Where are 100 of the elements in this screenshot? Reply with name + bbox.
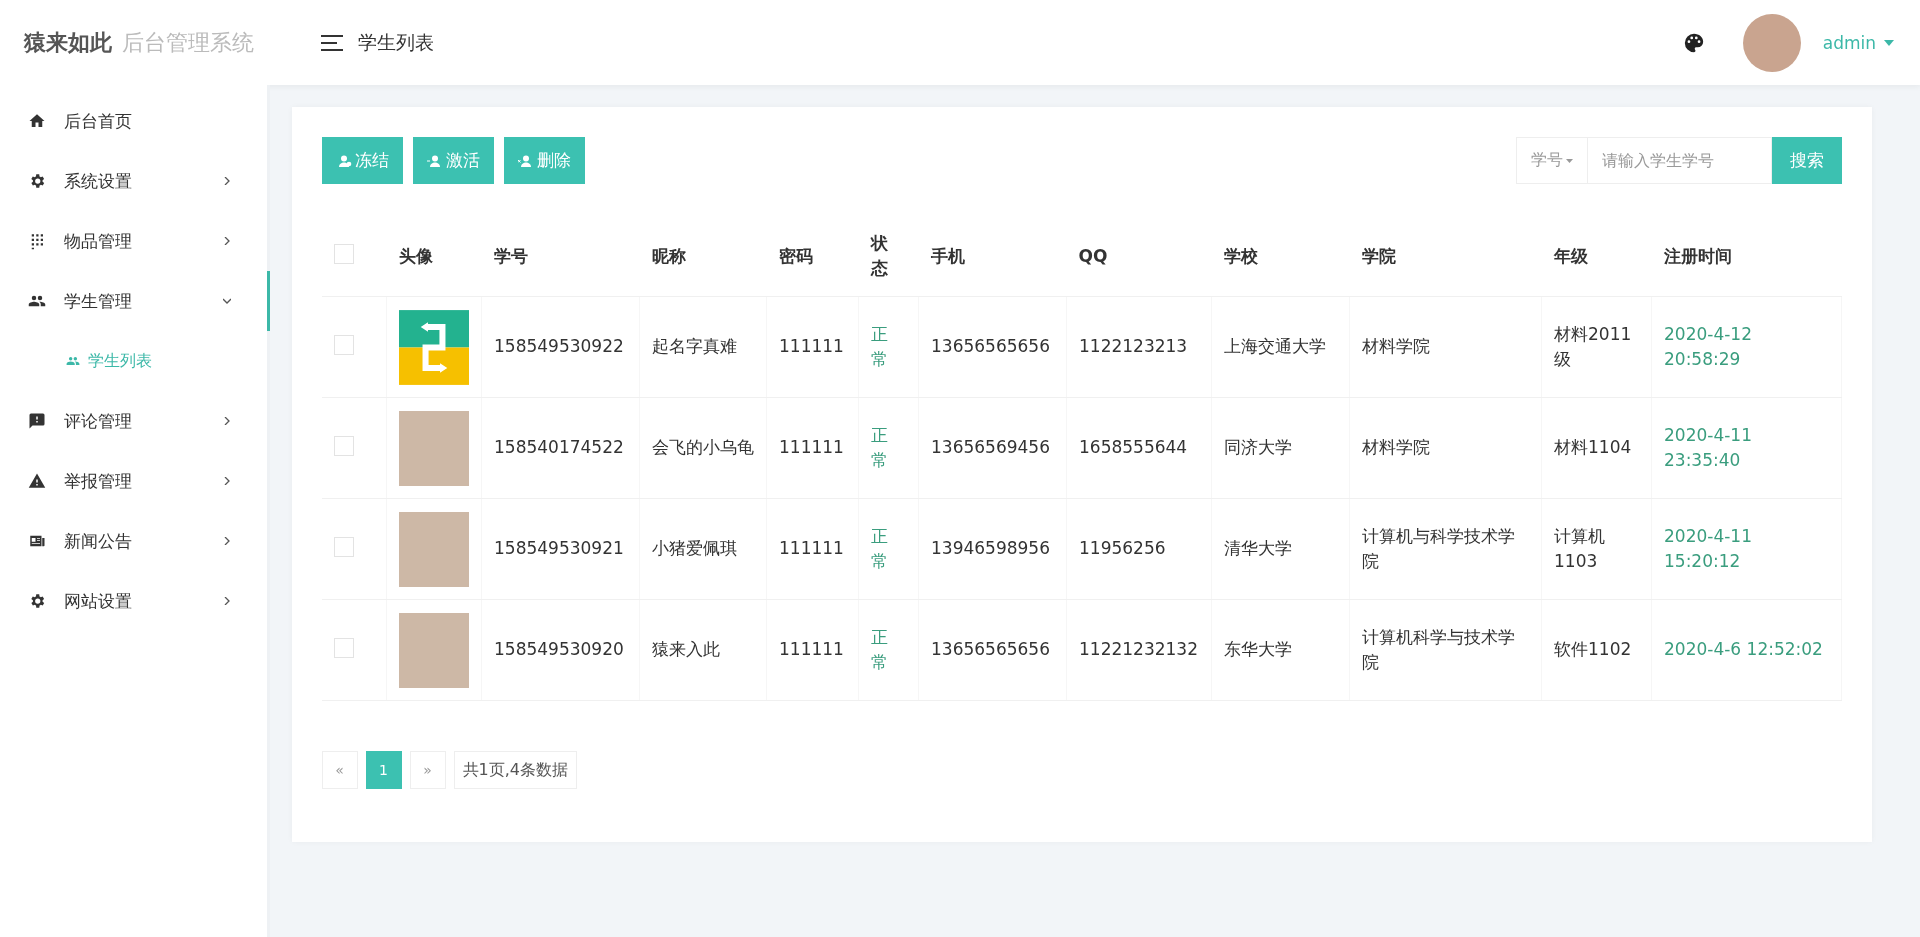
college-cell-text: 计算机与科学技术学院 (1362, 524, 1516, 573)
sidebar-item[interactable]: 举报管理 (0, 451, 267, 511)
next-page-button[interactable]: » (409, 751, 446, 789)
row-checkbox[interactable] (333, 638, 354, 658)
grade-cell-text: 软件1102 (1554, 638, 1632, 662)
sidebar-item[interactable]: 系统设置 (0, 151, 267, 211)
student-id-cell-text: 158549530920 (494, 638, 624, 662)
search-field[interactable]: 请输入学生学号 (1587, 137, 1772, 184)
people-icon (66, 354, 80, 368)
school-cell-text: 清华大学 (1224, 537, 1292, 561)
sidebar-item[interactable]: 新闻公告 (0, 511, 267, 571)
sidebar-item[interactable]: 后台首页 (0, 91, 267, 151)
sidebar-label: 网站设置 (64, 589, 133, 613)
palette-icon[interactable] (1682, 31, 1705, 54)
nickname-cell-text: 起名字真难 (652, 335, 737, 359)
column-header: 年级 (1553, 245, 1588, 266)
sidebar-label: 学生管理 (64, 289, 133, 313)
user-icon (426, 154, 443, 167)
qq-cell-text: 1122123213 (1079, 335, 1188, 359)
previous-page-button[interactable]: « (321, 751, 358, 789)
student-id-cell-text: 158540174522 (494, 436, 624, 460)
comment-icon (28, 412, 46, 430)
student-id-cell-text: 158549530921 (494, 537, 624, 561)
status-cell-text: 正常 (871, 625, 888, 674)
row-checkbox[interactable] (333, 537, 354, 557)
register-time-cell-text: 2020-4-11 23:35:40 (1664, 423, 1753, 472)
phone-cell-text: 13656565656 (931, 335, 1050, 359)
grade-cell-text: 计算机1103 (1554, 524, 1606, 573)
status-cell-text: 正常 (871, 524, 888, 573)
home-icon (28, 112, 46, 130)
user-icon (517, 154, 534, 167)
column-header: QQ (1078, 246, 1108, 266)
chevron-icon (222, 417, 231, 425)
row-checkbox[interactable] (333, 335, 354, 355)
row-checkbox[interactable] (333, 436, 354, 456)
page-button[interactable]: 1 (365, 751, 402, 789)
sidebar-label: 评论管理 (64, 409, 133, 433)
sidebar-label: 后台首页 (64, 109, 133, 133)
college-cell-text: 材料学院 (1362, 436, 1430, 460)
chevron-icon (222, 537, 231, 545)
column-header: 头像 (398, 245, 433, 266)
register-time-cell-text: 2020-4-6 12:52:02 (1664, 638, 1823, 662)
password-cell-text: 111111 (779, 335, 844, 359)
sidebar-item[interactable]: 物品管理 (0, 211, 267, 271)
column-header: 学校 (1223, 245, 1258, 266)
column-header: 昵称 (651, 245, 686, 266)
column-header: 密码 (778, 245, 813, 266)
chevron-icon (222, 177, 231, 185)
nickname-cell-text: 猿来入此 (652, 638, 720, 662)
grade-cell-text: 材料1104 (1554, 436, 1632, 460)
college-cell-text: 材料学院 (1362, 335, 1430, 359)
sidebar-label: 举报管理 (64, 469, 133, 493)
system-name: 后台管理系统 (122, 28, 254, 57)
nickname-cell-text: 会飞的小乌龟 (652, 436, 754, 460)
nickname-cell-text: 小猪爱佩琪 (652, 537, 737, 561)
toolbar-button[interactable]: 删除 (503, 137, 585, 184)
pagination-summary: 共1页,4条数据 (453, 751, 577, 789)
column-header: 学院 (1361, 245, 1396, 266)
phone-cell-text: 13656569456 (931, 436, 1050, 460)
password-cell-text: 111111 (779, 638, 844, 662)
column-header: 状态 (870, 232, 888, 280)
sidebar-label: 系统设置 (64, 169, 133, 193)
caret-icon (1566, 158, 1573, 163)
status-cell-text: 正常 (871, 423, 888, 472)
college-cell-text: 计算机科学与技术学院 (1362, 625, 1516, 674)
chevron-icon (222, 597, 231, 605)
sidebar-item[interactable]: 评论管理 (0, 391, 267, 451)
page-title: 学生列表 (358, 29, 434, 55)
sidebar-item[interactable]: 学生管理 (0, 271, 270, 331)
student-id-cell-text: 158549530922 (494, 335, 624, 359)
register-time-cell-text: 2020-4-12 20:58:29 (1664, 322, 1753, 371)
column-header: 学号 (493, 245, 528, 266)
logo-text: 猿来如此 (24, 28, 112, 57)
qq-cell-text: 1658555644 (1079, 436, 1188, 460)
chevron-icon (222, 237, 231, 245)
sidebar-label: 新闻公告 (64, 529, 133, 553)
sidebar-item[interactable]: 网站设置 (0, 571, 267, 631)
user-menu[interactable]: admin (1818, 28, 1898, 57)
menu-icon[interactable] (320, 33, 344, 52)
sidebar-label: 物品管理 (64, 229, 133, 253)
password-cell-text: 111111 (779, 537, 844, 561)
column-header: 注册时间 (1663, 245, 1732, 266)
warning-icon (28, 472, 46, 490)
sidebar-subitem[interactable]: 学生列表 (0, 331, 267, 391)
toolbar-button[interactable]: 激活 (412, 137, 494, 184)
search-button[interactable]: 搜索 (1772, 137, 1842, 184)
phone-cell-text: 13656565656 (931, 638, 1050, 662)
toolbar-button[interactable]: 冻结 (321, 137, 403, 184)
school-cell-text: 同济大学 (1224, 436, 1292, 460)
qq-cell-text: 11221232132 (1079, 638, 1198, 662)
filter-dropdown[interactable]: 学号 (1516, 137, 1587, 184)
school-cell-text: 上海交通大学 (1224, 335, 1326, 359)
qq-cell-text: 11956256 (1079, 537, 1166, 561)
column-header: 手机 (930, 245, 965, 266)
school-cell-text: 东华大学 (1224, 638, 1292, 662)
password-cell-text: 111111 (779, 436, 844, 460)
phone-cell-text: 13946598956 (931, 537, 1050, 561)
grade-cell-text: 材料2011级 (1554, 322, 1633, 371)
register-time-cell-text: 2020-4-11 15:20:12 (1664, 524, 1753, 573)
select-all-checkbox[interactable] (333, 244, 354, 264)
